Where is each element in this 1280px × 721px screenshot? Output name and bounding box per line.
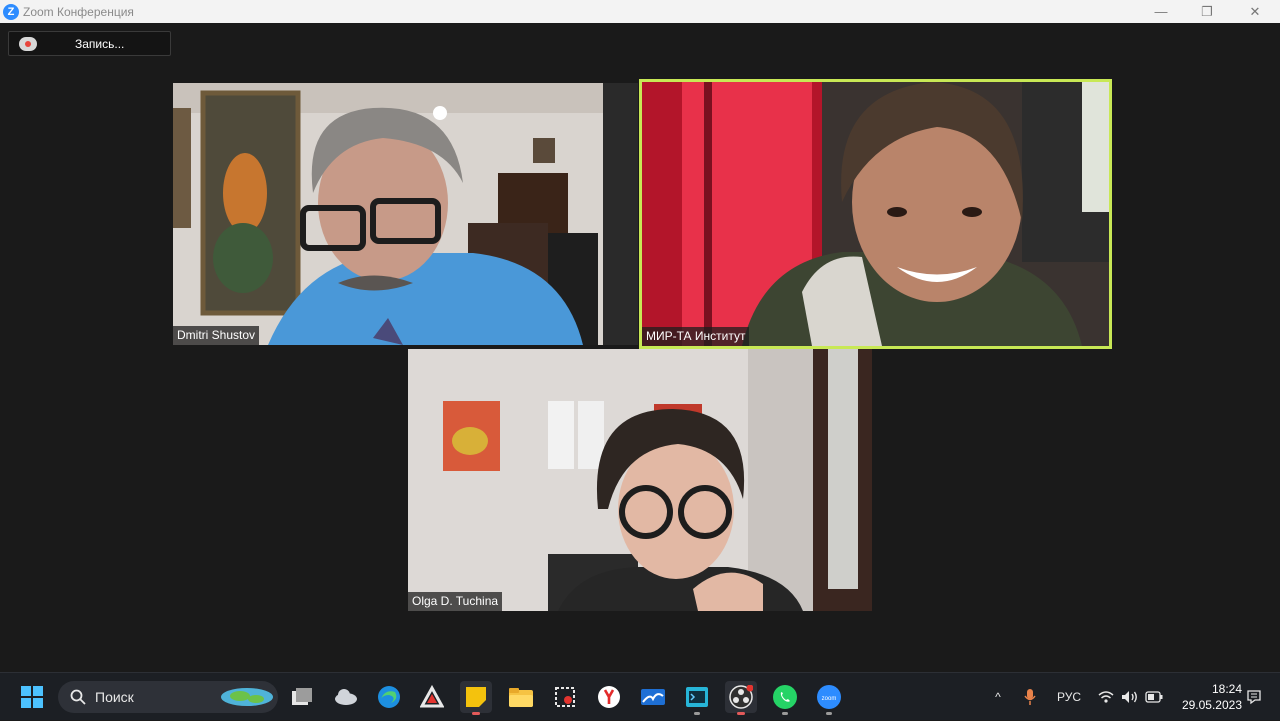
- windows-icon: [21, 686, 43, 708]
- recording-label: Запись...: [75, 36, 125, 51]
- cloud-record-icon: [19, 36, 37, 51]
- show-hidden-icons-chevron[interactable]: ^: [988, 673, 1008, 721]
- battery-icon[interactable]: [1144, 673, 1164, 721]
- search-highlight-icon: [221, 688, 273, 706]
- edge-icon[interactable]: [373, 681, 405, 713]
- adobe-icon[interactable]: [416, 681, 448, 713]
- participant-video: [642, 82, 1109, 346]
- whatsapp-icon[interactable]: [769, 681, 801, 715]
- participant-name: Dmitri Shustov: [173, 326, 260, 345]
- clock-time: 18:24: [1211, 682, 1242, 696]
- input-language[interactable]: РУС: [1050, 673, 1088, 721]
- open-indicator: [826, 712, 832, 715]
- zoom-taskbar-icon[interactable]: zoom: [813, 681, 845, 715]
- volume-icon[interactable]: [1120, 673, 1140, 721]
- snipping-tool-icon[interactable]: [549, 681, 581, 713]
- windows-taskbar: Поиск zoom ^ РУС 18:24 29.05.2023: [0, 672, 1280, 720]
- svg-text:zoom: zoom: [822, 696, 837, 702]
- video-tile-2-active-speaker[interactable]: МИР-ТА Институт: [639, 79, 1112, 349]
- start-button[interactable]: [16, 681, 48, 713]
- file-explorer-icon[interactable]: [505, 681, 537, 713]
- taskbar-clock[interactable]: 18:24 29.05.2023: [1172, 681, 1242, 713]
- zoom-icon: Z: [3, 3, 19, 20]
- participant-name: Olga D. Tuchina: [408, 592, 503, 611]
- active-indicator: [737, 712, 745, 715]
- search-label: Поиск: [95, 689, 134, 705]
- maximize-button[interactable]: ❐: [1184, 0, 1230, 23]
- open-indicator: [782, 712, 788, 715]
- notifications-icon[interactable]: [1244, 673, 1264, 721]
- microphone-icon[interactable]: [1020, 673, 1040, 721]
- weather-icon[interactable]: [330, 681, 362, 713]
- recording-indicator[interactable]: Запись...: [8, 31, 171, 56]
- title-bar: Z Zoom Конференция — ❐ ✕: [0, 0, 1280, 23]
- participant-video: [408, 349, 872, 611]
- participant-video: [173, 83, 638, 345]
- task-view-icon[interactable]: [286, 681, 318, 713]
- sticky-notes-icon[interactable]: [460, 681, 492, 715]
- active-indicator: [472, 712, 480, 715]
- yandex-browser-icon[interactable]: [593, 681, 625, 713]
- open-indicator: [694, 712, 700, 715]
- window-title: Zoom Конференция: [23, 4, 134, 19]
- terminal-icon[interactable]: [681, 681, 713, 715]
- search-icon: [70, 689, 86, 705]
- clock-date: 29.05.2023: [1181, 698, 1242, 712]
- minimize-button[interactable]: —: [1138, 0, 1184, 23]
- wifi-icon[interactable]: [1096, 673, 1116, 721]
- close-button[interactable]: ✕: [1232, 0, 1278, 23]
- mail-icon[interactable]: [637, 681, 669, 713]
- taskbar-search[interactable]: Поиск: [58, 681, 278, 713]
- video-tile-3[interactable]: Olga D. Tuchina: [408, 349, 872, 611]
- obs-icon[interactable]: [725, 681, 757, 715]
- video-tile-1[interactable]: Dmitri Shustov: [173, 83, 638, 345]
- participant-name: МИР-ТА Институт: [642, 327, 750, 346]
